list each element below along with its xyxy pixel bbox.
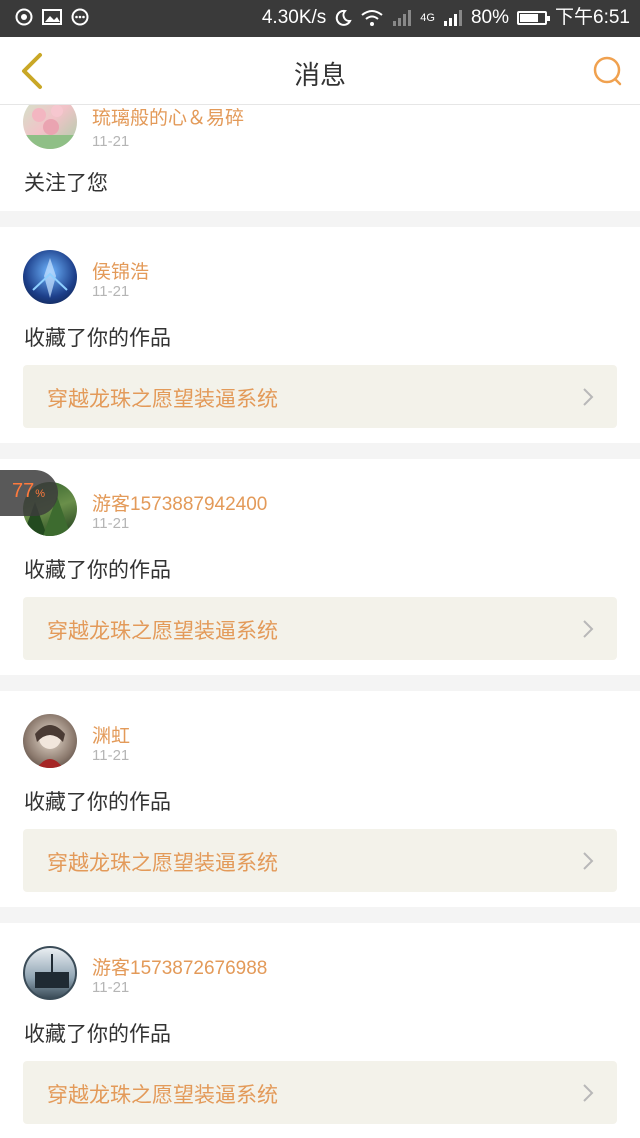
action-text: 收藏了你的作品 (24, 790, 171, 814)
message-item[interactable]: 琉璃般的心＆易碎 11-21 关注了您 (0, 105, 640, 211)
time-label: 11-21 (92, 979, 130, 996)
chevron-right-icon (583, 852, 594, 870)
action-text: 收藏了你的作品 (24, 1022, 171, 1046)
app-notification-icon (14, 7, 34, 27)
work-title: 穿越龙珠之愿望装逼系统 (47, 1083, 278, 1107)
user-name[interactable]: 游客1573887942400 (92, 489, 267, 516)
avatar[interactable] (23, 946, 77, 1000)
work-link[interactable]: 穿越龙珠之愿望装逼系统 (23, 1061, 617, 1124)
action-text: 收藏了你的作品 (24, 326, 171, 350)
network-speed: 4.30K/s (261, 7, 327, 28)
signal-icon (393, 10, 412, 26)
search-icon (593, 56, 622, 86)
status-bar: 4.30K/s 4G 80% 下午6:51 (0, 0, 640, 37)
work-link[interactable]: 穿越龙珠之愿望装逼系统 (23, 365, 617, 428)
message-list: 琉璃般的心＆易碎 11-21 关注了您 侯锦浩 11-21 收藏了你的作品 穿越… (0, 105, 640, 1138)
wifi-icon (361, 10, 383, 26)
avatar[interactable] (23, 714, 77, 768)
time-label: 11-21 (92, 133, 130, 150)
page-title: 消息 (293, 61, 346, 91)
work-title: 穿越龙珠之愿望装逼系统 (47, 387, 278, 411)
floating-speed-bubble[interactable]: 77% (0, 470, 58, 516)
time-label: 11-21 (92, 747, 130, 764)
chevron-right-icon (583, 388, 594, 406)
image-icon (42, 7, 62, 27)
time-label: 11-21 (92, 515, 130, 532)
message-item[interactable]: 游客1573887942400 11-21 收藏了你的作品 穿越龙珠之愿望装逼系… (0, 459, 640, 675)
chevron-right-icon (583, 1084, 594, 1102)
avatar[interactable] (23, 105, 77, 149)
user-name[interactable]: 侯锦浩 (92, 257, 149, 284)
message-item[interactable]: 侯锦浩 11-21 收藏了你的作品 穿越龙珠之愿望装逼系统 (0, 227, 640, 443)
action-text: 关注了您 (24, 171, 108, 195)
chevron-right-icon (583, 620, 594, 638)
user-name[interactable]: 渊虹 (92, 721, 130, 748)
action-text: 收藏了你的作品 (24, 558, 171, 582)
bubble-value: 77 (12, 480, 35, 502)
work-link[interactable]: 穿越龙珠之愿望装逼系统 (23, 829, 617, 892)
work-title: 穿越龙珠之愿望装逼系统 (47, 851, 278, 875)
top-bar: 消息 (0, 37, 640, 105)
search-button[interactable] (588, 51, 628, 91)
message-item[interactable]: 游客1573872676988 11-21 收藏了你的作品 穿越龙珠之愿望装逼系… (0, 923, 640, 1138)
work-title: 穿越龙珠之愿望装逼系统 (47, 619, 278, 643)
avatar[interactable] (23, 250, 77, 304)
more-dots-icon (70, 7, 90, 27)
clock: 下午6:51 (555, 7, 630, 28)
user-name[interactable]: 琉璃般的心＆易碎 (92, 105, 244, 130)
battery-percent: 80% (470, 7, 510, 28)
signal-strong-icon (443, 10, 462, 26)
work-link[interactable]: 穿越龙珠之愿望装逼系统 (23, 597, 617, 660)
message-item[interactable]: 渊虹 11-21 收藏了你的作品 穿越龙珠之愿望装逼系统 (0, 691, 640, 907)
moon-icon (336, 9, 352, 26)
battery-icon (517, 11, 551, 25)
bubble-unit: % (35, 488, 46, 500)
time-label: 11-21 (92, 283, 130, 300)
user-name[interactable]: 游客1573872676988 (92, 953, 267, 980)
network-type: 4G (420, 12, 435, 24)
